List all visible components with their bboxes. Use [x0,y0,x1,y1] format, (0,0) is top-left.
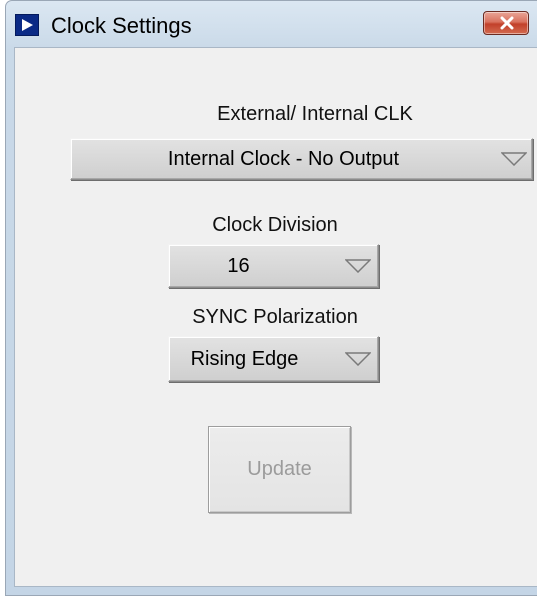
sync-polarization-label: SYNC Polarization [192,306,358,328]
dialog-panel: External/ Internal CLK Internal Clock - … [14,47,537,587]
clock-settings-window: Clock Settings External/ Internal CLK In… [5,0,537,596]
clock-source-label: External/ Internal CLK [217,103,413,125]
clock-source-dropdown[interactable]: Internal Clock - No Output [70,138,533,180]
play-arrow-icon [15,14,39,36]
chevron-down-icon [500,139,528,179]
title-bar[interactable]: Clock Settings [6,1,537,47]
chevron-down-icon [344,337,372,381]
update-button[interactable]: Update [208,426,351,513]
close-button[interactable] [483,11,529,35]
chevron-down-icon [344,245,372,287]
clock-division-dropdown[interactable]: 16 [168,244,379,288]
sync-polarization-value: Rising Edge [190,347,299,370]
window-title: Clock Settings [51,13,192,38]
sync-polarization-dropdown[interactable]: Rising Edge [168,336,379,382]
clock-source-value: Internal Clock - No Output [167,147,400,170]
clock-division-value: 16 [227,254,250,277]
close-icon [500,16,514,30]
clock-division-label: Clock Division [212,214,338,236]
